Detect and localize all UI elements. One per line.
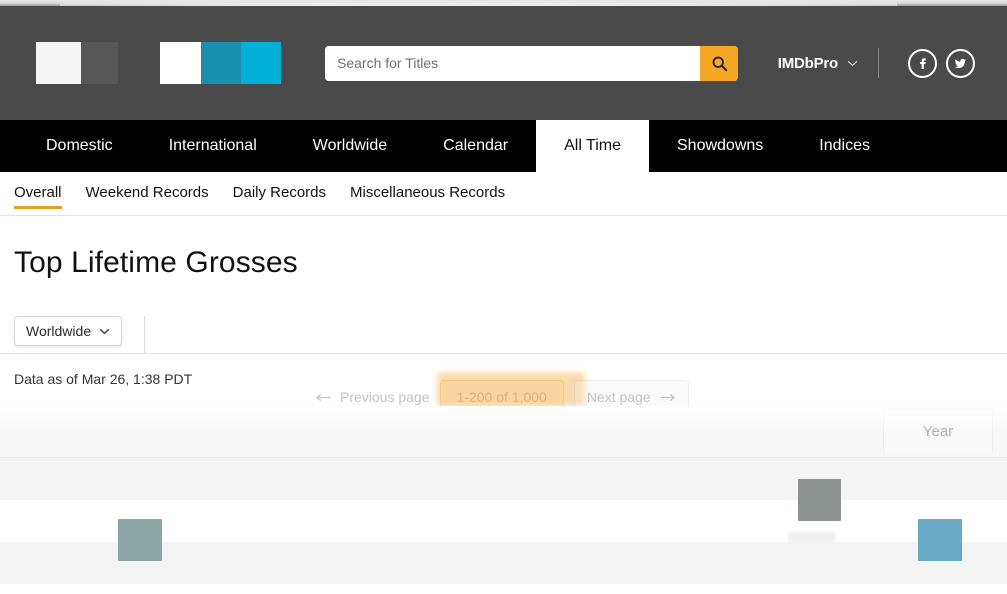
nav-item-domestic[interactable]: Domestic (18, 120, 141, 172)
twitter-button[interactable] (946, 49, 975, 78)
imdb-block-white (160, 42, 201, 84)
logo-block-dark (81, 42, 118, 84)
nav-item-all-time[interactable]: All Time (536, 120, 649, 172)
nav-item-indices[interactable]: Indices (791, 120, 898, 172)
imdb-block-cyan (241, 42, 281, 84)
table-header-row (0, 406, 1007, 458)
filter-bar: Worldwide (0, 316, 1007, 354)
next-page-label: Next page (587, 389, 651, 405)
arrow-left-icon (315, 393, 331, 402)
masthead-divider (878, 48, 879, 78)
subnav-item-weekend-records[interactable]: Weekend Records (86, 184, 209, 204)
loading-ghost-text (788, 532, 835, 542)
search-icon (711, 55, 728, 72)
column-header-year[interactable]: Year (883, 409, 993, 453)
nav-item-showdowns[interactable]: Showdowns (649, 120, 791, 172)
search-input[interactable] (325, 46, 700, 81)
region-filter-label: Worldwide (26, 323, 91, 339)
masthead: IMDbPro (0, 6, 1007, 120)
subnav-item-overall[interactable]: Overall (14, 184, 62, 204)
subnav-item-miscellaneous-records[interactable]: Miscellaneous Records (350, 184, 505, 204)
imdbpro-label: IMDbPro (778, 55, 838, 72)
twitter-icon (953, 56, 968, 71)
filter-divider (144, 316, 145, 354)
imdb-logo[interactable] (160, 42, 281, 84)
loading-placeholder-block (798, 479, 841, 521)
loading-placeholder-block (118, 519, 162, 561)
boxofficemojo-logo[interactable] (36, 42, 118, 84)
imdbpro-menu[interactable]: IMDbPro (778, 55, 858, 72)
main-navigation: Domestic International Worldwide Calenda… (0, 120, 1007, 172)
nav-item-worldwide[interactable]: Worldwide (285, 120, 415, 172)
page-title: Top Lifetime Grosses (0, 216, 1007, 280)
arrow-right-icon (660, 393, 676, 402)
imdb-block-teal (201, 42, 241, 84)
region-filter-dropdown[interactable]: Worldwide (14, 316, 122, 346)
search-button[interactable] (700, 46, 738, 81)
previous-page-label: Previous page (340, 389, 430, 405)
search-box (325, 46, 738, 81)
chevron-down-icon (99, 328, 110, 335)
subnav-item-daily-records[interactable]: Daily Records (233, 184, 326, 204)
logo-block-light (36, 42, 81, 84)
chevron-down-icon (847, 60, 858, 67)
nav-item-international[interactable]: International (141, 120, 285, 172)
previous-page-button[interactable]: Previous page (315, 389, 430, 405)
table-row (0, 458, 1007, 500)
loading-placeholder-block (918, 519, 962, 561)
masthead-right: IMDbPro (778, 48, 983, 78)
facebook-icon (915, 56, 930, 71)
nav-item-calendar[interactable]: Calendar (415, 120, 536, 172)
facebook-button[interactable] (908, 49, 937, 78)
results-table-loading: Year (0, 406, 1007, 594)
sub-navigation: Overall Weekend Records Daily Records Mi… (0, 172, 1007, 216)
